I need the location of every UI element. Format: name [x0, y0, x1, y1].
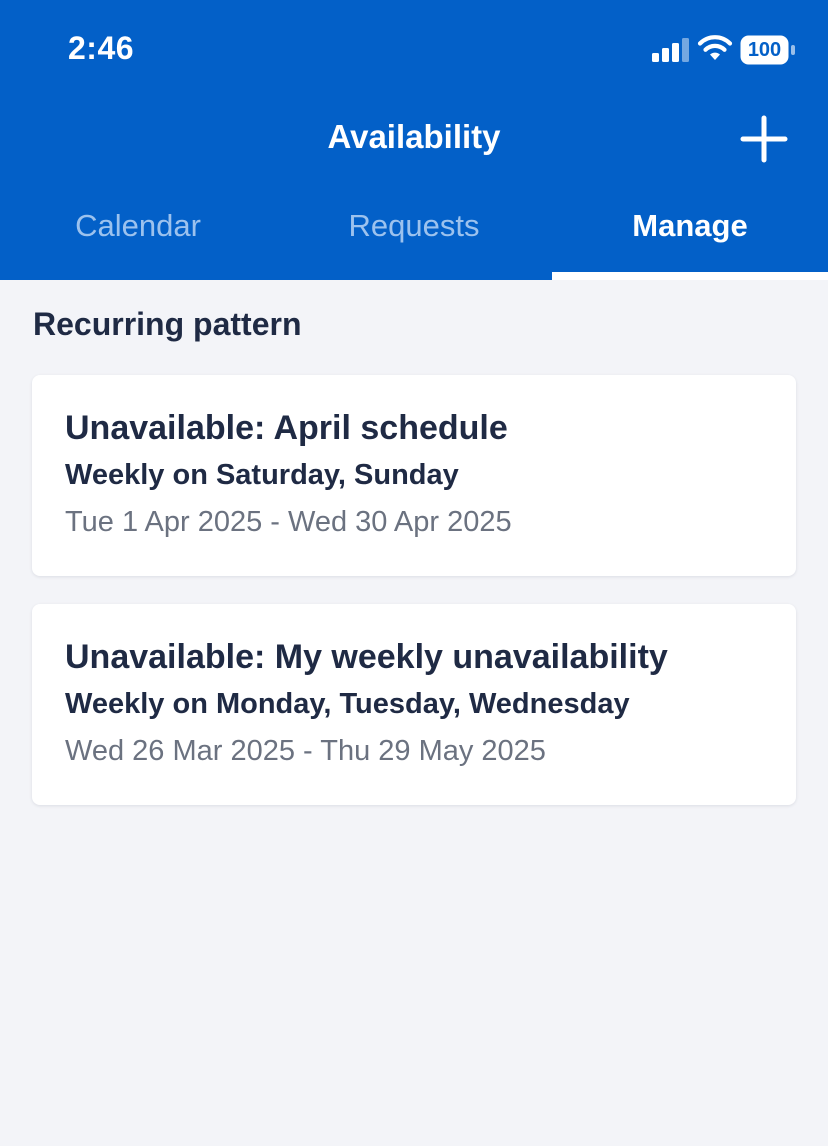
add-button[interactable] [738, 113, 790, 165]
pattern-dates: Wed 26 Mar 2025 - Thu 29 May 2025 [65, 735, 546, 767]
pattern-card[interactable]: Unavailable: April schedule Weekly on Sa… [32, 375, 796, 576]
pattern-dates: Tue 1 Apr 2025 - Wed 30 Apr 2025 [65, 506, 512, 538]
pattern-recurrence: Weekly on Saturday, Sunday [65, 459, 459, 491]
active-tab-indicator [552, 272, 828, 280]
plus-icon [740, 115, 788, 163]
pattern-recurrence: Weekly on Monday, Tuesday, Wednesday [65, 688, 630, 720]
battery-level: 100 [747, 39, 782, 61]
app-header: 2:46 100 Availability Calendar Requests … [0, 0, 828, 280]
pattern-card[interactable]: Unavailable: My weekly unavailability We… [32, 604, 796, 805]
status-time: 2:46 [68, 30, 135, 66]
page-title: Availability [327, 118, 501, 155]
section-title: Recurring pattern [33, 306, 302, 342]
pattern-title: Unavailable: My weekly unavailability [65, 638, 668, 676]
tab-bar: Calendar Requests Manage [0, 195, 828, 280]
wifi-icon [697, 35, 733, 60]
tab-requests[interactable]: Requests [276, 195, 552, 280]
status-bar: 2:46 100 [0, 0, 828, 100]
signal-icon [652, 38, 689, 62]
tab-manage[interactable]: Manage [552, 195, 828, 280]
tab-calendar[interactable]: Calendar [0, 195, 276, 280]
pattern-title: Unavailable: April schedule [65, 409, 508, 447]
